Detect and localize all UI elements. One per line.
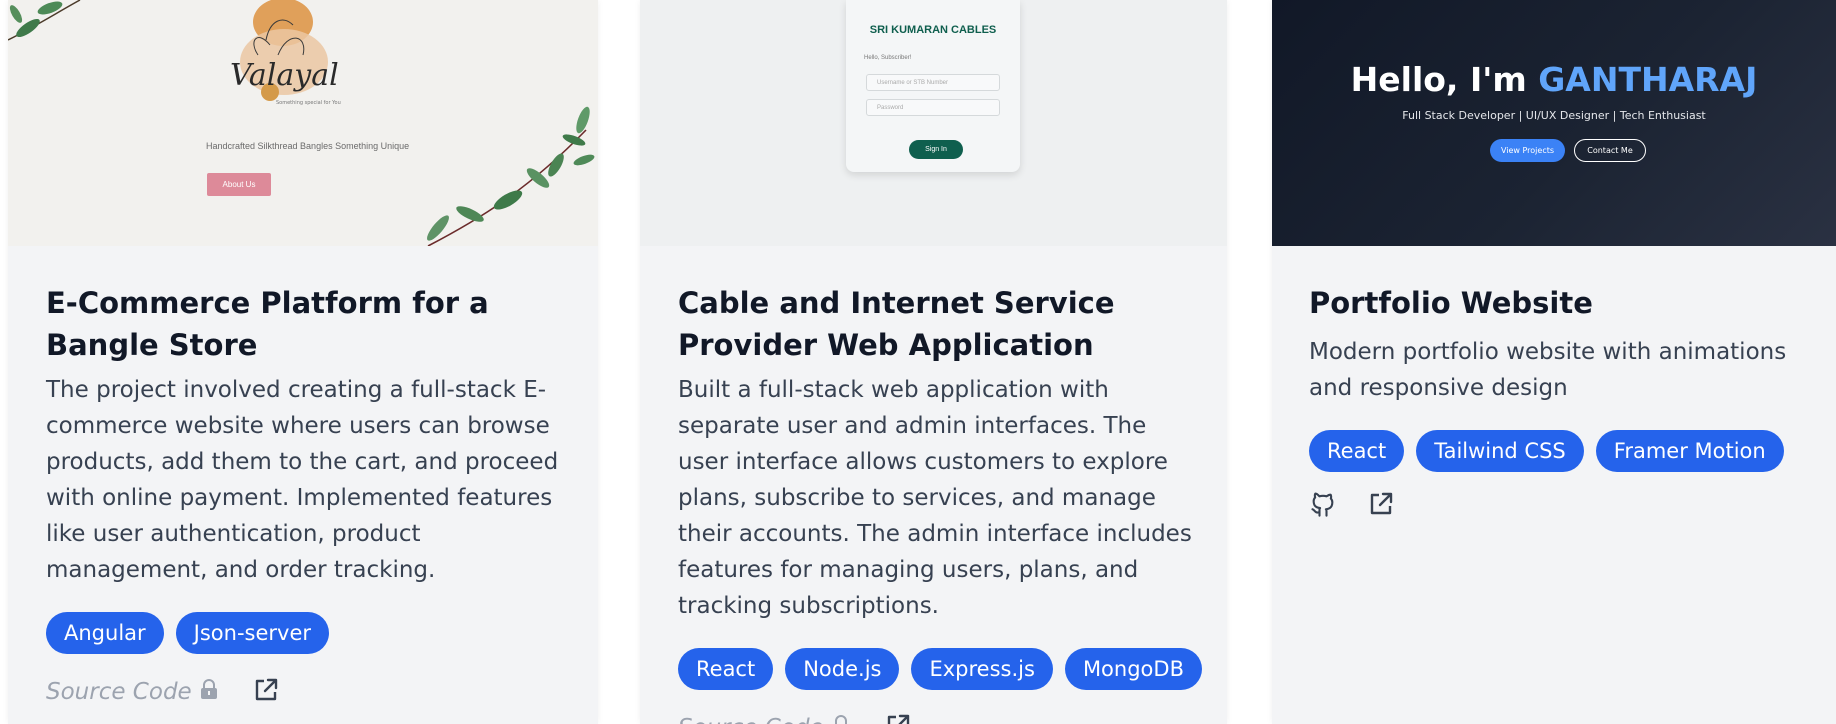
valayal-brand-subtext: Something special for You [276,100,341,106]
portfolio-contact-button: Contact Me [1574,139,1646,162]
cable-login-panel: SRI KUMARAN CABLES Hello, Subscriber! Us… [846,0,1020,172]
project-title: E-Commerce Platform for a Bangle Store [46,286,489,362]
external-link-icon[interactable] [884,712,912,724]
tech-tag-react: React [1309,430,1405,472]
valayal-brand-text: Valayal [230,58,339,93]
portfolio-hero-subtitle: Full Stack Developer | UI/UX Designer | … [1402,109,1706,122]
portfolio-view-projects-button: View Projects [1490,139,1565,162]
project-card-body: Portfolio Website Modern portfolio websi… [1309,282,1816,522]
tech-tags: React Node.js Express.js MongoDB [678,648,1202,690]
project-title: Cable and Internet Service Provider Web … [678,286,1115,362]
tech-tags: Angular Json-server [46,612,564,654]
source-code-locked: Source Code [678,715,850,724]
cable-greeting: Hello, Subscriber! [864,55,912,61]
tech-tag-mongodb: MongoDB [1064,648,1202,690]
portfolio-hero-name: GANTHARAJ [1538,60,1758,99]
project-card-ecommerce: Valayal Something special for You Handcr… [8,0,598,724]
tech-tag-framer-motion: Framer Motion [1595,430,1784,472]
project-links [1309,490,1816,522]
project-preview-portfolio[interactable]: Hello, I'm GANTHARAJ Full Stack Develope… [1272,0,1836,246]
source-code-label: Source Code [46,679,192,705]
project-links: Source Code [46,676,564,708]
tech-tag-tailwind: Tailwind CSS [1416,430,1584,472]
tech-tag-react: React [678,648,774,690]
tech-tag-nodejs: Node.js [785,648,900,690]
cable-signin-button: Sign In [909,140,963,159]
project-links: Source Code [678,712,1193,724]
project-card-body: E-Commerce Platform for a Bangle Store T… [46,282,564,708]
project-description: The project involved creating a full-sta… [46,377,559,583]
source-code-label: Source Code [678,715,824,724]
portfolio-hero-heading: Hello, I'm GANTHARAJ [1272,60,1836,99]
tech-tag-json-server: Json-server [175,612,330,654]
project-description: Built a full-stack web application with … [678,377,1192,619]
project-preview-ecommerce[interactable]: Valayal Something special for You Handcr… [8,0,598,246]
external-link-icon[interactable] [1367,490,1395,522]
tech-tag-expressjs: Express.js [911,648,1053,690]
valayal-about-button: About Us [207,173,271,196]
portfolio-hero-greeting: Hello, I'm [1350,60,1539,99]
cable-username-input: Username or STB Number [866,74,1000,91]
project-title: Portfolio Website [1309,286,1593,320]
source-code-locked: Source Code [46,679,218,705]
tech-tags: React Tailwind CSS Framer Motion [1309,430,1816,472]
external-link-icon[interactable] [252,676,280,708]
valayal-tagline: Handcrafted Silkthread Bangles Something… [206,141,410,151]
project-card-body: Cable and Internet Service Provider Web … [678,282,1202,724]
cable-password-input: Password [866,99,1000,116]
project-card-portfolio: Hello, I'm GANTHARAJ Full Stack Develope… [1272,0,1836,724]
lock-icon [200,679,218,705]
cable-brand-title: SRI KUMARAN CABLES [869,24,997,36]
tech-tag-angular: Angular [46,612,164,654]
github-icon[interactable] [1309,490,1337,522]
project-preview-cable[interactable]: SRI KUMARAN CABLES Hello, Subscriber! Us… [640,0,1227,246]
project-description: Modern portfolio website with animations… [1309,339,1787,401]
leaf-decoration: Valayal Something special for You [8,0,595,246]
project-card-cable: SRI KUMARAN CABLES Hello, Subscriber! Us… [640,0,1227,724]
lock-icon [832,715,850,724]
